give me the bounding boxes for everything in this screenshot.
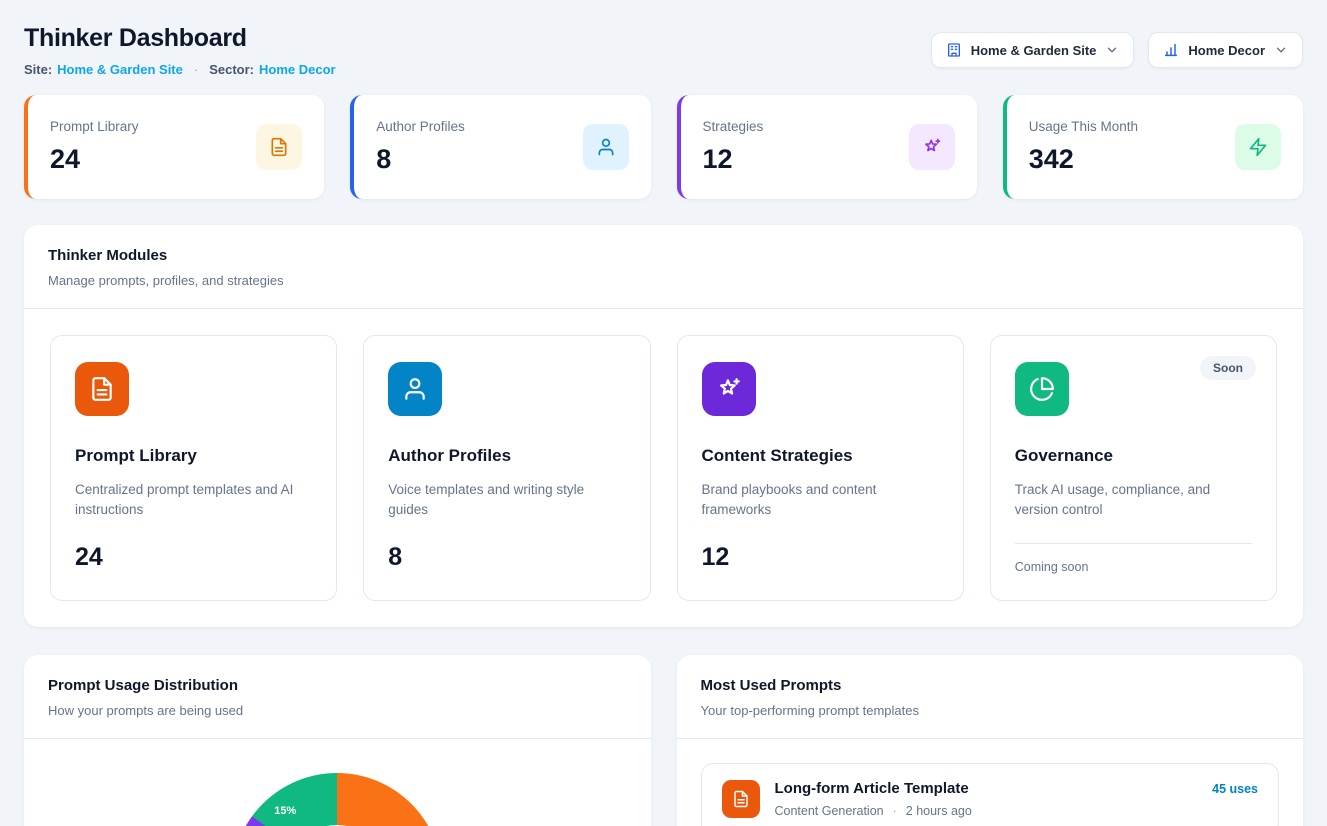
prompt-title: Long-form Article Template	[775, 780, 972, 797]
stats-row: Prompt Library 24 Author Profiles 8 Stra…	[24, 95, 1303, 199]
stat-info: Strategies 12	[703, 119, 764, 175]
prompts-title: Most Used Prompts	[701, 677, 1280, 694]
prompt-info: Long-form Article Template Content Gener…	[775, 780, 972, 818]
modules-grid: Prompt Library Centralized prompt templa…	[24, 309, 1303, 627]
module-description: Voice templates and writing style guides	[388, 480, 625, 521]
sector-selector-dropdown[interactable]: Home Decor	[1148, 32, 1303, 68]
stat-value: 24	[50, 144, 139, 175]
dashboard-page: Thinker Dashboard Site: Home & Garden Si…	[0, 0, 1327, 826]
sparkle-star-icon	[702, 362, 756, 416]
title-block: Thinker Dashboard Site: Home & Garden Si…	[24, 22, 336, 77]
module-card-governance[interactable]: Soon Governance Track AI usage, complian…	[990, 335, 1277, 601]
prompt-time: 2 hours ago	[906, 804, 972, 818]
stat-label: Prompt Library	[50, 119, 139, 134]
module-description: Brand playbooks and content frameworks	[702, 480, 939, 521]
document-icon	[75, 362, 129, 416]
prompts-subtitle: Your top-performing prompt templates	[701, 703, 1280, 718]
modules-title: Thinker Modules	[48, 247, 1279, 264]
user-icon	[583, 124, 629, 170]
stat-card-usage: Usage This Month 342	[1003, 95, 1303, 199]
lightning-icon	[1235, 124, 1281, 170]
modules-subtitle: Manage prompts, profiles, and strategies	[48, 273, 1279, 288]
sparkle-star-icon	[909, 124, 955, 170]
module-card-author-profiles[interactable]: Author Profiles Voice templates and writ…	[363, 335, 650, 601]
module-card-prompt-library[interactable]: Prompt Library Centralized prompt templa…	[50, 335, 337, 601]
module-description: Centralized prompt templates and AI inst…	[75, 480, 312, 521]
module-title: Governance	[1015, 446, 1252, 466]
bar-chart-icon	[1163, 42, 1179, 58]
usage-donut-chart: 15%	[232, 773, 442, 826]
most-used-prompts-card: Most Used Prompts Your top-performing pr…	[677, 655, 1304, 826]
document-icon	[722, 780, 760, 818]
prompts-card-header: Most Used Prompts Your top-performing pr…	[677, 655, 1304, 739]
prompt-category: Content Generation	[775, 804, 884, 818]
module-count: 8	[388, 543, 625, 572]
pie-chart-icon	[1015, 362, 1069, 416]
user-icon	[388, 362, 442, 416]
site-sector-breadcrumb: Site: Home & Garden Site · Sector: Home …	[24, 62, 336, 77]
prompt-meta: Content Generation · 2 hours ago	[775, 804, 972, 818]
sector-label: Sector:	[209, 62, 254, 77]
topbar: Thinker Dashboard Site: Home & Garden Si…	[24, 22, 1303, 77]
coming-soon-text: Coming soon	[1015, 560, 1252, 574]
page-title: Thinker Dashboard	[24, 24, 336, 53]
topbar-actions: Home & Garden Site Home Decor	[931, 32, 1303, 68]
meta-separator: ·	[893, 804, 897, 818]
stat-card-prompt-library: Prompt Library 24	[24, 95, 324, 199]
soon-badge: Soon	[1200, 356, 1256, 380]
usage-card-header: Prompt Usage Distribution How your promp…	[24, 655, 651, 739]
uses-badge: 45 uses	[1212, 782, 1258, 796]
module-count: 12	[702, 543, 939, 572]
document-icon	[256, 124, 302, 170]
stat-card-author-profiles: Author Profiles 8	[350, 95, 650, 199]
stat-label: Author Profiles	[376, 119, 465, 134]
stat-card-strategies: Strategies 12	[677, 95, 977, 199]
bottom-row: Prompt Usage Distribution How your promp…	[24, 655, 1303, 826]
usage-title: Prompt Usage Distribution	[48, 677, 627, 694]
prompt-list-item[interactable]: Long-form Article Template Content Gener…	[701, 763, 1280, 826]
stat-value: 342	[1029, 144, 1138, 175]
donut-ring	[232, 773, 442, 826]
stat-info: Usage This Month 342	[1029, 119, 1138, 175]
stat-label: Usage This Month	[1029, 119, 1138, 134]
module-title: Content Strategies	[702, 446, 939, 466]
donut-percent-label: 15%	[274, 805, 296, 817]
module-divider	[1015, 543, 1252, 544]
stat-value: 8	[376, 144, 465, 175]
stat-value: 12	[703, 144, 764, 175]
stat-info: Prompt Library 24	[50, 119, 139, 175]
module-title: Prompt Library	[75, 446, 312, 466]
module-count: 24	[75, 543, 312, 572]
site-label: Site:	[24, 62, 52, 77]
chevron-down-icon	[1105, 43, 1119, 57]
modules-card-header: Thinker Modules Manage prompts, profiles…	[24, 225, 1303, 309]
site-selector-label: Home & Garden Site	[971, 43, 1097, 58]
site-selector-dropdown[interactable]: Home & Garden Site	[931, 32, 1135, 68]
site-link[interactable]: Home & Garden Site	[57, 62, 183, 77]
module-title: Author Profiles	[388, 446, 625, 466]
prompt-list: Long-form Article Template Content Gener…	[677, 739, 1304, 826]
module-description: Track AI usage, compliance, and version …	[1015, 480, 1252, 521]
module-card-content-strategies[interactable]: Content Strategies Brand playbooks and c…	[677, 335, 964, 601]
thinker-modules-card: Thinker Modules Manage prompts, profiles…	[24, 225, 1303, 627]
sector-link[interactable]: Home Decor	[259, 62, 336, 77]
sector-selector-label: Home Decor	[1188, 43, 1265, 58]
building-icon	[946, 42, 962, 58]
chevron-down-icon	[1274, 43, 1288, 57]
stat-info: Author Profiles 8	[376, 119, 465, 175]
prompt-usage-card: Prompt Usage Distribution How your promp…	[24, 655, 651, 826]
stat-label: Strategies	[703, 119, 764, 134]
usage-subtitle: How your prompts are being used	[48, 703, 627, 718]
breadcrumb-separator: ·	[194, 62, 198, 77]
